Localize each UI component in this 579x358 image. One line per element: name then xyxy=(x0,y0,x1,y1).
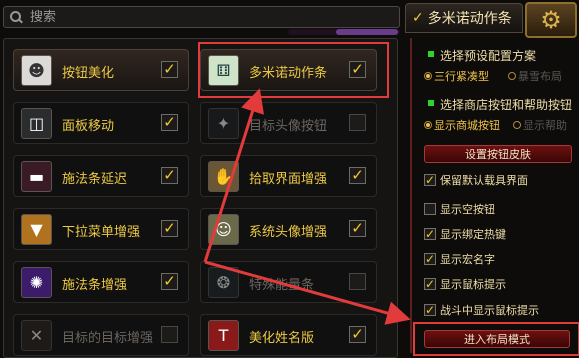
option-checkbox[interactable]: ✓ xyxy=(424,228,436,240)
domino-icon: ⚅ xyxy=(208,55,239,86)
module-checkbox[interactable] xyxy=(349,114,366,131)
move-icon: ◫ xyxy=(21,108,52,139)
module-checkbox[interactable]: ✓ xyxy=(161,220,178,237)
module-checkbox[interactable]: ✓ xyxy=(349,61,366,78)
settings-tab[interactable]: ⚙ xyxy=(525,2,577,38)
search-icon xyxy=(10,11,22,23)
module-checkbox[interactable]: ✓ xyxy=(161,167,178,184)
option-show-tooltips[interactable]: ✓ 显示鼠标提示 xyxy=(424,276,506,292)
check-icon: ✓ xyxy=(412,10,424,26)
option-show-macro-names[interactable]: ✓ 显示宏名字 xyxy=(424,251,495,267)
module-checkbox[interactable]: ✓ xyxy=(349,220,366,237)
settings-panel: 选择预设配置方案 三行紧凑型 暴雪布局 选择商店按钮和帮助按钮 显示商城按钮 显… xyxy=(410,38,577,353)
module-list: ☻ 按钮美化 ✓ ⚅ 多米诺动作条 ✓ ◫ 面板移动 ✓ ✦ 目标头像按钮 ▬ … xyxy=(3,38,398,358)
module-checkbox[interactable]: ✓ xyxy=(349,326,366,343)
scroll-thumb[interactable] xyxy=(336,29,398,35)
option-checkbox[interactable]: ✓ xyxy=(424,304,436,316)
energy-icon: ❂ xyxy=(208,267,239,298)
module-tile[interactable]: ✋ 拾取界面增强 ✓ xyxy=(200,155,377,197)
dropdown-icon: ▼ xyxy=(21,214,52,245)
portrait-icon: ☺ xyxy=(208,214,239,245)
search-input[interactable] xyxy=(28,8,372,26)
module-tile[interactable]: ☻ 按钮美化 ✓ xyxy=(13,49,189,91)
tab-domino-actionbar[interactable]: ✓ 多米诺动作条 xyxy=(405,3,523,33)
module-checkbox[interactable]: ✓ xyxy=(161,114,178,131)
tab-label: 多米诺动作条 xyxy=(427,11,512,27)
module-checkbox[interactable]: ✓ xyxy=(349,167,366,184)
module-tile[interactable]: ⚅ 多米诺动作条 ✓ xyxy=(200,49,377,91)
module-label: 施法条延迟 xyxy=(62,172,128,187)
option-label: 战斗中显示鼠标提示 xyxy=(440,304,539,317)
preset-option-compact[interactable]: 三行紧凑型 xyxy=(424,68,489,84)
module-label: 目标的目标增强 xyxy=(62,331,154,346)
radio-icon xyxy=(513,121,521,129)
option-checkbox[interactable]: ✓ xyxy=(424,278,436,290)
module-tile[interactable]: ✦ 目标头像按钮 xyxy=(200,102,377,144)
option-label: 显示空按钮 xyxy=(440,203,495,216)
module-label: 美化姓名版 xyxy=(249,331,315,346)
search-bar[interactable] xyxy=(3,6,400,28)
module-checkbox[interactable]: ✓ xyxy=(161,273,178,290)
module-tile[interactable]: ✺ 施法条增强 ✓ xyxy=(13,261,189,303)
mask-icon: ☻ xyxy=(21,55,52,86)
module-label: 目标头像按钮 xyxy=(249,119,328,134)
module-tile[interactable]: ▼ 下拉菜单增强 ✓ xyxy=(13,208,189,250)
radio-label: 显示帮助 xyxy=(523,119,567,132)
radio-label: 暴雪布局 xyxy=(518,70,562,83)
nameplate-icon: T xyxy=(208,320,239,351)
castbar-icon: ▬ xyxy=(21,161,52,192)
shop-option-store[interactable]: 显示商城按钮 xyxy=(424,117,500,133)
option-label: 显示绑定热键 xyxy=(440,228,506,241)
shop-option-help[interactable]: 显示帮助 xyxy=(513,117,567,133)
bullet-icon xyxy=(428,51,434,57)
layout-mode-button[interactable]: 进入布局模式 xyxy=(424,330,570,348)
radio-label: 显示商城按钮 xyxy=(434,119,500,132)
option-label: 保留默认载具界面 xyxy=(440,174,528,187)
module-tile[interactable]: ▬ 施法条延迟 ✓ xyxy=(13,155,189,197)
module-label: 特殊能量条 xyxy=(249,278,315,293)
target-icon: ✦ xyxy=(208,108,239,139)
module-label: 面板移动 xyxy=(62,119,115,134)
option-combat-tooltips[interactable]: ✓ 战斗中显示鼠标提示 xyxy=(424,302,539,318)
module-tile[interactable]: ✕ 目标的目标增强 xyxy=(13,314,189,356)
option-checkbox[interactable] xyxy=(424,203,436,215)
option-label: 显示宏名字 xyxy=(440,253,495,266)
module-label: 按钮美化 xyxy=(62,66,115,81)
module-label: 系统头像增强 xyxy=(249,225,328,240)
radio-icon xyxy=(424,72,432,80)
gear-icon: ⚙ xyxy=(540,6,562,34)
bullet-icon xyxy=(428,100,434,106)
shop-title: 选择商店按钮和帮助按钮 xyxy=(440,98,573,112)
preset-option-blizzard[interactable]: 暴雪布局 xyxy=(508,68,562,84)
module-tile[interactable]: ☺ 系统头像增强 ✓ xyxy=(200,208,377,250)
module-tile[interactable]: ◫ 面板移动 ✓ xyxy=(13,102,189,144)
option-keep-vehicle-ui[interactable]: ✓ 保留默认载具界面 xyxy=(424,172,528,188)
option-label: 显示鼠标提示 xyxy=(440,278,506,291)
module-checkbox[interactable] xyxy=(349,273,366,290)
module-tile[interactable]: ❂ 特殊能量条 xyxy=(200,261,377,303)
spell-icon: ✺ xyxy=(21,267,52,298)
radio-icon xyxy=(508,72,516,80)
loot-icon: ✋ xyxy=(208,161,239,192)
option-show-hotkeys[interactable]: ✓ 显示绑定热键 xyxy=(424,226,506,242)
option-checkbox[interactable]: ✓ xyxy=(424,174,436,186)
module-label: 下拉菜单增强 xyxy=(62,225,141,240)
option-show-empty-buttons[interactable]: 显示空按钮 xyxy=(424,201,495,217)
module-label: 多米诺动作条 xyxy=(249,66,328,81)
module-tile[interactable]: T 美化姓名版 ✓ xyxy=(200,314,377,356)
module-label: 施法条增强 xyxy=(62,278,128,293)
radio-icon xyxy=(424,121,432,129)
radio-label: 三行紧凑型 xyxy=(434,70,489,83)
option-checkbox[interactable]: ✓ xyxy=(424,253,436,265)
module-checkbox[interactable]: ✓ xyxy=(161,61,178,78)
preset-title: 选择预设配置方案 xyxy=(440,49,537,63)
button-skin-button[interactable]: 设置按钮皮肤 xyxy=(424,145,572,163)
tot-icon: ✕ xyxy=(21,320,52,351)
module-label: 拾取界面增强 xyxy=(249,172,328,187)
module-checkbox[interactable] xyxy=(161,326,178,343)
